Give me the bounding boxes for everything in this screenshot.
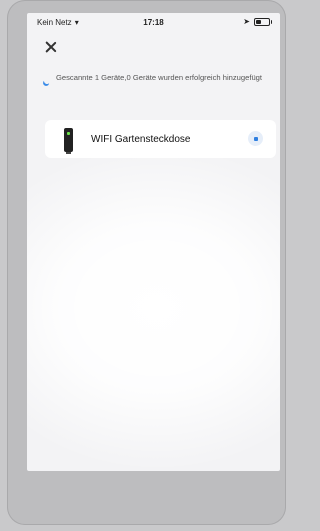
- garden-socket-icon: [64, 128, 73, 154]
- status-bar: Kein Netz ▾ 17:18 ➤: [27, 13, 280, 33]
- scan-message: Gescannte 1 Geräte,0 Geräte wurden erfol…: [56, 73, 262, 82]
- battery-icon: [254, 17, 272, 26]
- device-frame: Kein Netz ▾ 17:18 ➤ Gescannte 1 Geräte,0 …: [7, 0, 286, 525]
- device-card[interactable]: WIFI Gartensteckdose: [45, 120, 276, 158]
- app-screen: Kein Netz ▾ 17:18 ➤ Gescannte 1 Geräte,0 …: [27, 13, 280, 471]
- add-device-button[interactable]: [248, 131, 263, 146]
- device-name: WIFI Gartensteckdose: [91, 134, 191, 145]
- moon-icon: [43, 77, 51, 85]
- status-right: ➤: [243, 17, 272, 26]
- clock: 17:18: [143, 18, 164, 27]
- location-arrow-icon: ➤: [243, 17, 250, 26]
- background-glow: [27, 143, 280, 471]
- add-device-icon: [253, 136, 258, 141]
- scan-status: Gescannte 1 Geräte,0 Geräte wurden erfol…: [44, 73, 264, 82]
- close-icon[interactable]: [44, 40, 58, 54]
